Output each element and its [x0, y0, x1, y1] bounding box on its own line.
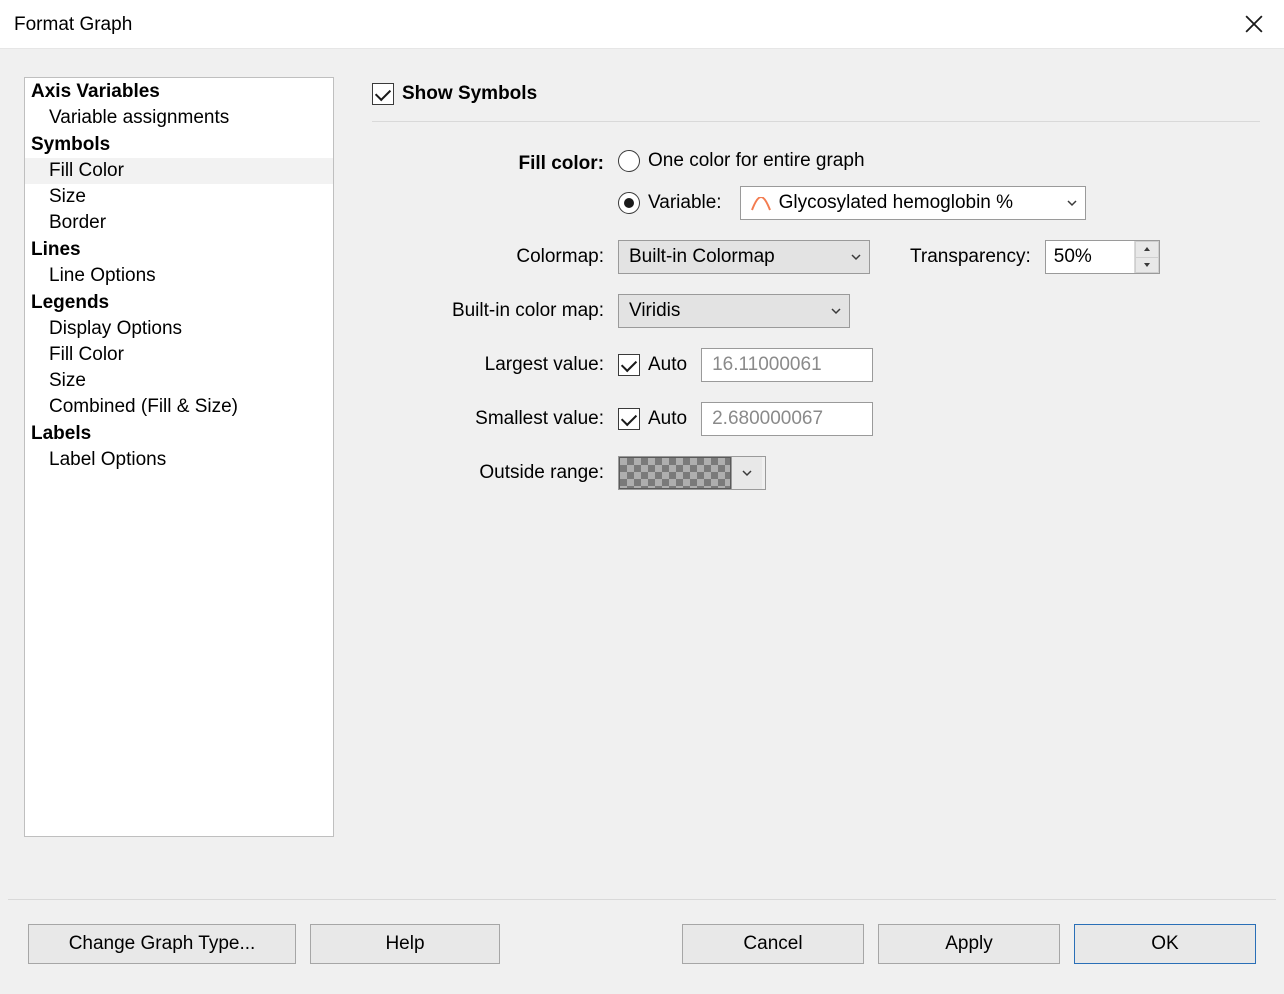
cancel-label: Cancel [743, 933, 802, 955]
outside-range-label: Outside range: [372, 456, 618, 484]
fill-color-label: Fill color: [372, 150, 618, 175]
help-label: Help [385, 933, 424, 955]
radio-variable[interactable]: Variable: [618, 192, 722, 214]
variable-select-value: Glycosylated hemoglobin % [779, 192, 1013, 214]
form-grid: Fill color: One color for entire graph V… [372, 150, 1260, 490]
radio-one-color[interactable]: One color for entire graph [618, 150, 1260, 172]
nav-item-variable-assignments[interactable]: Variable assignments [25, 105, 333, 131]
nav-item-size[interactable]: Size [25, 184, 333, 210]
chevron-down-icon [731, 457, 762, 489]
largest-auto-label: Auto [648, 354, 687, 376]
colormap-select[interactable]: Built-in Colormap [618, 240, 870, 274]
colormap-label: Colormap: [372, 240, 618, 268]
chevron-down-icon [823, 305, 849, 317]
nav-heading-labels: Labels [25, 420, 333, 447]
nav-item-combined[interactable]: Combined (Fill & Size) [25, 394, 333, 420]
chevron-down-icon [1059, 197, 1085, 209]
nav-item-fill-color[interactable]: Fill Color [25, 158, 333, 184]
apply-button[interactable]: Apply [878, 924, 1060, 964]
builtin-colormap-label: Built-in color map: [372, 294, 618, 322]
dialog-window: Format Graph Axis Variables Variable ass… [0, 0, 1284, 994]
section-divider [372, 121, 1260, 122]
nav-heading-legends: Legends [25, 289, 333, 316]
largest-auto-row: Auto [618, 354, 687, 376]
largest-auto-checkbox[interactable] [618, 354, 640, 376]
close-button[interactable] [1236, 6, 1272, 42]
builtin-colormap-select[interactable]: Viridis [618, 294, 850, 328]
titlebar: Format Graph [0, 0, 1284, 49]
transparency-label: Transparency: [910, 246, 1031, 268]
close-icon [1245, 15, 1263, 33]
fill-color-radio-group: One color for entire graph Variable: [618, 150, 1260, 220]
nav-item-border[interactable]: Border [25, 210, 333, 236]
spinner-up-button[interactable] [1135, 241, 1159, 257]
nav-item-line-options[interactable]: Line Options [25, 263, 333, 289]
spinner-down-button[interactable] [1135, 257, 1159, 274]
radio-one-color-label: One color for entire graph [648, 150, 865, 172]
smallest-value-input[interactable]: 2.680000067 [701, 402, 873, 436]
show-symbols-label: Show Symbols [402, 83, 537, 105]
cancel-button[interactable]: Cancel [682, 924, 864, 964]
nav-item-legends-size[interactable]: Size [25, 368, 333, 394]
colormap-row: Built-in Colormap Transparency: 50% [618, 240, 1260, 274]
transparency-value: 50% [1046, 241, 1134, 273]
outside-range-color-picker[interactable] [618, 456, 766, 490]
change-graph-type-button[interactable]: Change Graph Type... [28, 924, 296, 964]
radio-dot-icon [618, 192, 640, 214]
nav-item-label-options[interactable]: Label Options [25, 447, 333, 473]
show-symbols-row: Show Symbols [372, 83, 1260, 105]
content-panel: Show Symbols Fill color: One color for e… [372, 77, 1260, 899]
distribution-icon [751, 195, 771, 211]
transparent-swatch-icon [619, 457, 731, 489]
smallest-auto-checkbox[interactable] [618, 408, 640, 430]
colormap-value: Built-in Colormap [619, 246, 843, 268]
dialog-title: Format Graph [14, 12, 1236, 36]
nav-heading-symbols: Symbols [25, 131, 333, 158]
transparency-spinner[interactable]: 50% [1045, 240, 1160, 274]
largest-value-text: 16.11000061 [712, 354, 822, 376]
nav-item-display-options[interactable]: Display Options [25, 316, 333, 342]
dialog-body: Axis Variables Variable assignments Symb… [0, 49, 1284, 899]
smallest-auto-label: Auto [648, 408, 687, 430]
ok-button[interactable]: OK [1074, 924, 1256, 964]
show-symbols-checkbox[interactable] [372, 83, 394, 105]
builtin-colormap-value: Viridis [619, 300, 823, 322]
ok-label: OK [1151, 933, 1178, 955]
help-button[interactable]: Help [310, 924, 500, 964]
smallest-auto-row: Auto [618, 408, 687, 430]
radio-variable-row: Variable: Glycosylated hemoglobin % [618, 186, 1260, 220]
smallest-value-label: Smallest value: [372, 402, 618, 430]
change-graph-type-label: Change Graph Type... [69, 933, 256, 955]
chevron-down-icon [843, 251, 869, 263]
largest-value-input[interactable]: 16.11000061 [701, 348, 873, 382]
smallest-value-text: 2.680000067 [712, 408, 823, 430]
apply-label: Apply [945, 933, 993, 955]
nav-panel: Axis Variables Variable assignments Symb… [24, 77, 334, 837]
nav-heading-lines: Lines [25, 236, 333, 263]
largest-value-label: Largest value: [372, 348, 618, 376]
footer: Change Graph Type... Help Cancel Apply O… [0, 900, 1284, 994]
nav-item-legends-fill-color[interactable]: Fill Color [25, 342, 333, 368]
variable-select[interactable]: Glycosylated hemoglobin % [740, 186, 1086, 220]
radio-dot-icon [618, 150, 640, 172]
nav-heading-axis-variables: Axis Variables [25, 78, 333, 105]
radio-variable-label: Variable: [648, 192, 722, 214]
